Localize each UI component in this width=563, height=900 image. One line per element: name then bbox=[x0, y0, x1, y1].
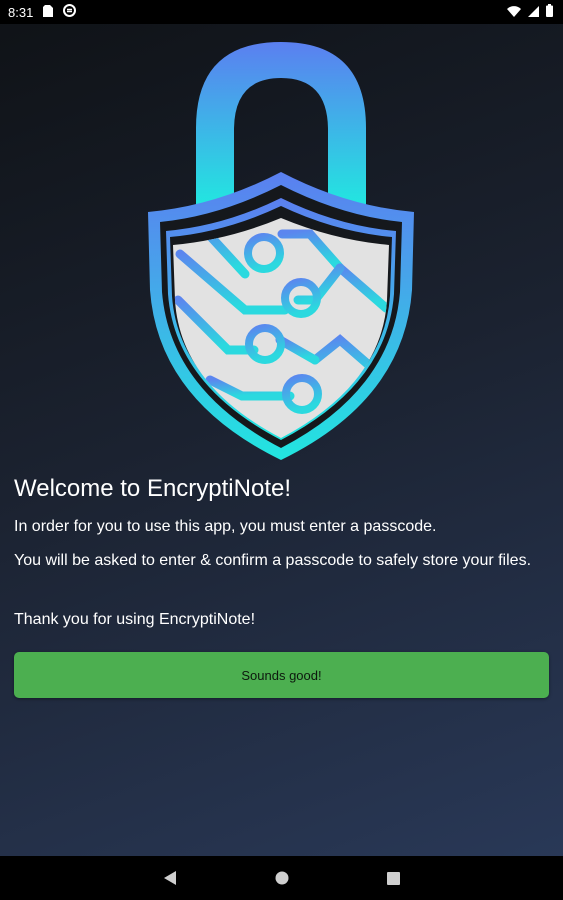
thank-you-text: Thank you for using EncryptiNote! bbox=[14, 611, 256, 628]
passcode-requirement-text: In order for you to use this app, you mu… bbox=[14, 518, 437, 535]
sounds-good-button[interactable]: Sounds good! bbox=[14, 652, 549, 698]
sim-card-icon bbox=[43, 4, 54, 20]
battery-icon bbox=[546, 4, 553, 20]
welcome-title: Welcome to EncryptiNote! bbox=[14, 475, 291, 502]
passcode-instructions-text: You will be asked to enter & confirm a p… bbox=[14, 552, 532, 569]
recents-icon[interactable] bbox=[384, 868, 404, 888]
sync-icon bbox=[63, 4, 77, 20]
status-bar-right bbox=[507, 4, 553, 20]
status-bar-left: 8:31 bbox=[8, 4, 77, 20]
welcome-screen: Welcome to EncryptiNote! In order for yo… bbox=[0, 24, 563, 856]
home-icon[interactable] bbox=[272, 868, 292, 888]
navigation-bar bbox=[0, 856, 563, 900]
status-bar: 8:31 bbox=[0, 0, 563, 24]
signal-icon bbox=[528, 5, 539, 20]
back-icon[interactable] bbox=[160, 868, 180, 888]
wifi-icon bbox=[507, 5, 521, 20]
status-time: 8:31 bbox=[8, 4, 34, 20]
padlock-shield-circuit-icon bbox=[140, 40, 423, 460]
